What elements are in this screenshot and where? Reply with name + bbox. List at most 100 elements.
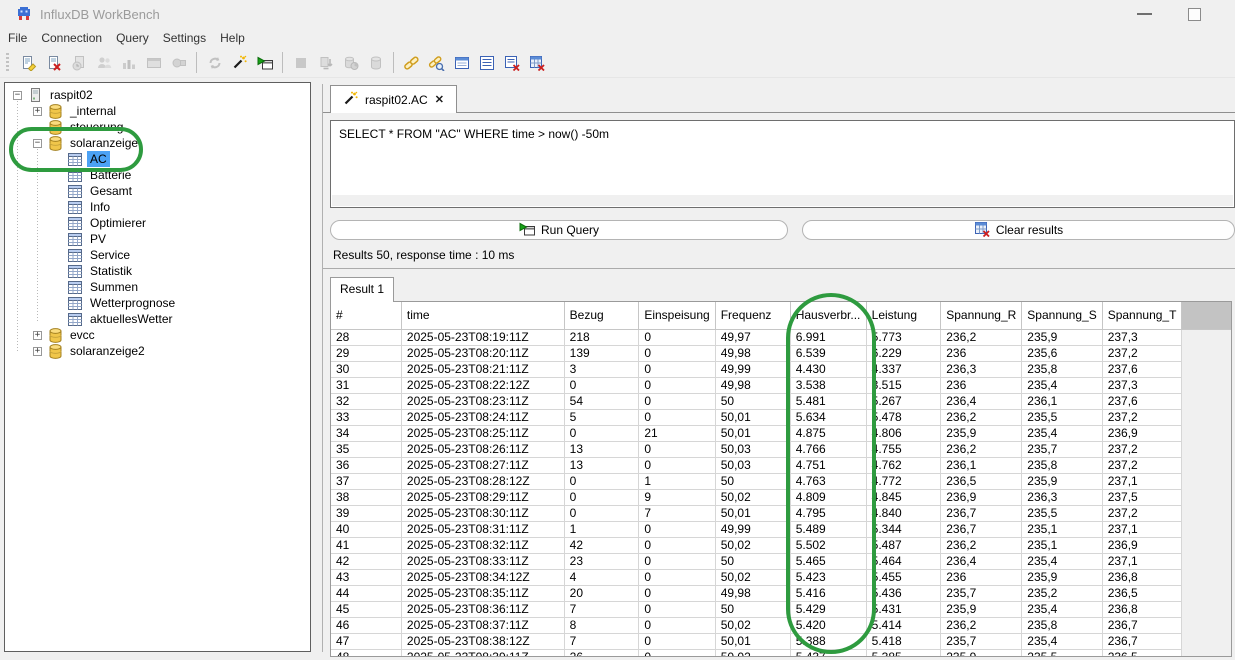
tree-item-evcc[interactable]: +evcc — [5, 327, 310, 343]
table-row[interactable]: 382025-05-23T08:29:11Z0950,024.8094.8452… — [331, 489, 1231, 505]
tree-item-solaranzeige2[interactable]: +solaranzeige2 — [5, 343, 310, 359]
table-row[interactable]: 352025-05-23T08:26:11Z13050,034.7664.755… — [331, 441, 1231, 457]
tree-item-_internal[interactable]: +_internal — [5, 103, 310, 119]
table-row[interactable]: 452025-05-23T08:36:11Z70505.4295.431235,… — [331, 601, 1231, 617]
table-cell: 50,01 — [715, 409, 790, 425]
tree-item-pv[interactable]: PV — [5, 231, 310, 247]
table-cell: 4.795 — [790, 505, 866, 521]
run-query-button[interactable]: Run Query — [330, 220, 788, 240]
column-header-spannung-t[interactable]: Spannung_T — [1102, 302, 1182, 329]
tab-result-1[interactable]: Result 1 — [330, 277, 394, 302]
query-text: SELECT * FROM "AC" WHERE time > now() -5… — [331, 121, 1234, 147]
collapse-icon[interactable]: − — [13, 91, 27, 100]
table-cell: 237,2 — [1102, 505, 1182, 521]
collapse-icon[interactable]: − — [33, 139, 47, 148]
table-row[interactable]: 442025-05-23T08:35:11Z20049,985.4165.436… — [331, 585, 1231, 601]
table-cell: 28 — [331, 329, 401, 345]
table-row[interactable]: 342025-05-23T08:25:11Z02150,014.8754.806… — [331, 425, 1231, 441]
results-table-container[interactable]: #timeBezugEinspeisungFrequenzHausverbr..… — [330, 301, 1232, 657]
list-view-icon[interactable] — [474, 51, 499, 75]
table-row[interactable]: 302025-05-23T08:21:11Z3049,994.4304.3372… — [331, 361, 1231, 377]
query-editor[interactable]: SELECT * FROM "AC" WHERE time > now() -5… — [330, 120, 1235, 208]
table-row[interactable]: 412025-05-23T08:32:11Z42050,025.5025.487… — [331, 537, 1231, 553]
tree-item-batterie[interactable]: Batterie — [5, 167, 310, 183]
column-header-spannung-s[interactable]: Spannung_S — [1022, 302, 1102, 329]
table-row[interactable]: 282025-05-23T08:19:11Z218049,976.9915.77… — [331, 329, 1231, 345]
minimize-button[interactable] — [1122, 0, 1166, 28]
tree-item-service[interactable]: Service — [5, 247, 310, 263]
table-row[interactable]: 372025-05-23T08:28:12Z01504.7634.772236,… — [331, 473, 1231, 489]
table-cell: 0 — [639, 377, 715, 393]
table-cell: 5.487 — [866, 537, 941, 553]
table-cell: 237,6 — [1102, 361, 1182, 377]
table-row[interactable]: 472025-05-23T08:38:12Z7050,015.3885.4182… — [331, 633, 1231, 649]
link-search-icon[interactable] — [424, 51, 449, 75]
column-header-spannung-r[interactable]: Spannung_R — [941, 302, 1022, 329]
table-cell: 2025-05-23T08:33:11Z — [401, 553, 564, 569]
clear-results-button[interactable]: Clear results — [802, 220, 1235, 240]
menu-file[interactable]: File — [2, 29, 35, 47]
column-header-einspeisung[interactable]: Einspeisung — [639, 302, 715, 329]
table-row[interactable]: 292025-05-23T08:20:11Z139049,986.5396.22… — [331, 345, 1231, 361]
menu-query[interactable]: Query — [110, 29, 157, 47]
link-icon[interactable] — [399, 51, 424, 75]
expand-icon[interactable]: + — [33, 107, 47, 116]
expand-icon[interactable]: + — [33, 347, 47, 356]
column-header-leistung[interactable]: Leistung — [866, 302, 941, 329]
table-cell: 49,98 — [715, 345, 790, 361]
table-row[interactable]: 322025-05-23T08:23:11Z540505.4815.267236… — [331, 393, 1231, 409]
table-cell: 0 — [639, 521, 715, 537]
table-row[interactable]: 482025-05-23T08:39:11Z26050,025.4375.385… — [331, 649, 1231, 657]
table-row[interactable]: 462025-05-23T08:37:11Z8050,025.4205.4142… — [331, 617, 1231, 633]
column-header--[interactable]: # — [331, 302, 401, 329]
table-row[interactable]: 402025-05-23T08:31:11Z1049,995.4895.3442… — [331, 521, 1231, 537]
table-cell-filler — [1182, 585, 1231, 601]
table-cell: 50,02 — [715, 617, 790, 633]
table-cell: 235,4 — [1022, 553, 1102, 569]
magic-wand-icon[interactable] — [227, 51, 252, 75]
tree-item-summen[interactable]: Summen — [5, 279, 310, 295]
table-cell: 9 — [639, 489, 715, 505]
column-header-hausverbr-[interactable]: Hausverbr... — [790, 302, 866, 329]
tree-item-steuerung[interactable]: steuerung — [5, 119, 310, 135]
tree-item-aktuelleswetter[interactable]: aktuellesWetter — [5, 311, 310, 327]
form-view-icon[interactable] — [449, 51, 474, 75]
tree-item-solaranzeige[interactable]: −solaranzeige — [5, 135, 310, 151]
toolbar-grip — [6, 53, 9, 73]
table-row[interactable]: 422025-05-23T08:33:11Z230505.4655.464236… — [331, 553, 1231, 569]
expand-icon[interactable]: + — [33, 331, 47, 340]
maximize-button[interactable] — [1172, 0, 1216, 28]
run-query-icon[interactable] — [252, 51, 277, 75]
tree-item-wetterprognose[interactable]: Wetterprognose — [5, 295, 310, 311]
table-cell: 0 — [639, 329, 715, 345]
editor-tab-bar: raspit02.AC ✕ — [323, 84, 1235, 113]
table-row[interactable]: 362025-05-23T08:27:11Z13050,034.7514.762… — [331, 457, 1231, 473]
column-header-frequenz[interactable]: Frequenz — [715, 302, 790, 329]
tree-item-ac[interactable]: AC — [5, 151, 310, 167]
close-tab-icon[interactable]: ✕ — [435, 93, 444, 106]
table-row[interactable]: 332025-05-23T08:24:11Z5050,015.6345.4782… — [331, 409, 1231, 425]
table-row[interactable]: 432025-05-23T08:34:12Z4050,025.4235.4552… — [331, 569, 1231, 585]
tree-item-gesamt[interactable]: Gesamt — [5, 183, 310, 199]
menu-connection[interactable]: Connection — [35, 29, 110, 47]
tree-item-info[interactable]: Info — [5, 199, 310, 215]
table-icon — [67, 249, 83, 262]
table-cell: 2025-05-23T08:30:11Z — [401, 505, 564, 521]
doc-delete-icon[interactable] — [41, 51, 66, 75]
menu-help[interactable]: Help — [214, 29, 253, 47]
tree-item-optimierer[interactable]: Optimierer — [5, 215, 310, 231]
clear-list-icon[interactable] — [499, 51, 524, 75]
tree-item-raspit02[interactable]: −raspit02 — [5, 87, 310, 103]
column-header-filler[interactable] — [1182, 302, 1231, 329]
tab-raspit02-ac[interactable]: raspit02.AC ✕ — [330, 85, 457, 113]
table-cell: 5.436 — [866, 585, 941, 601]
clear-table-icon[interactable] — [524, 51, 549, 75]
column-header-bezug[interactable]: Bezug — [564, 302, 639, 329]
table-row[interactable]: 312025-05-23T08:22:12Z0049,983.5383.5152… — [331, 377, 1231, 393]
table-row[interactable]: 392025-05-23T08:30:11Z0750,014.7954.8402… — [331, 505, 1231, 521]
table-cell: 236,3 — [1022, 489, 1102, 505]
tree-item-statistik[interactable]: Statistik — [5, 263, 310, 279]
menu-settings[interactable]: Settings — [157, 29, 214, 47]
column-header-time[interactable]: time — [401, 302, 564, 329]
doc-edit-icon[interactable] — [16, 51, 41, 75]
